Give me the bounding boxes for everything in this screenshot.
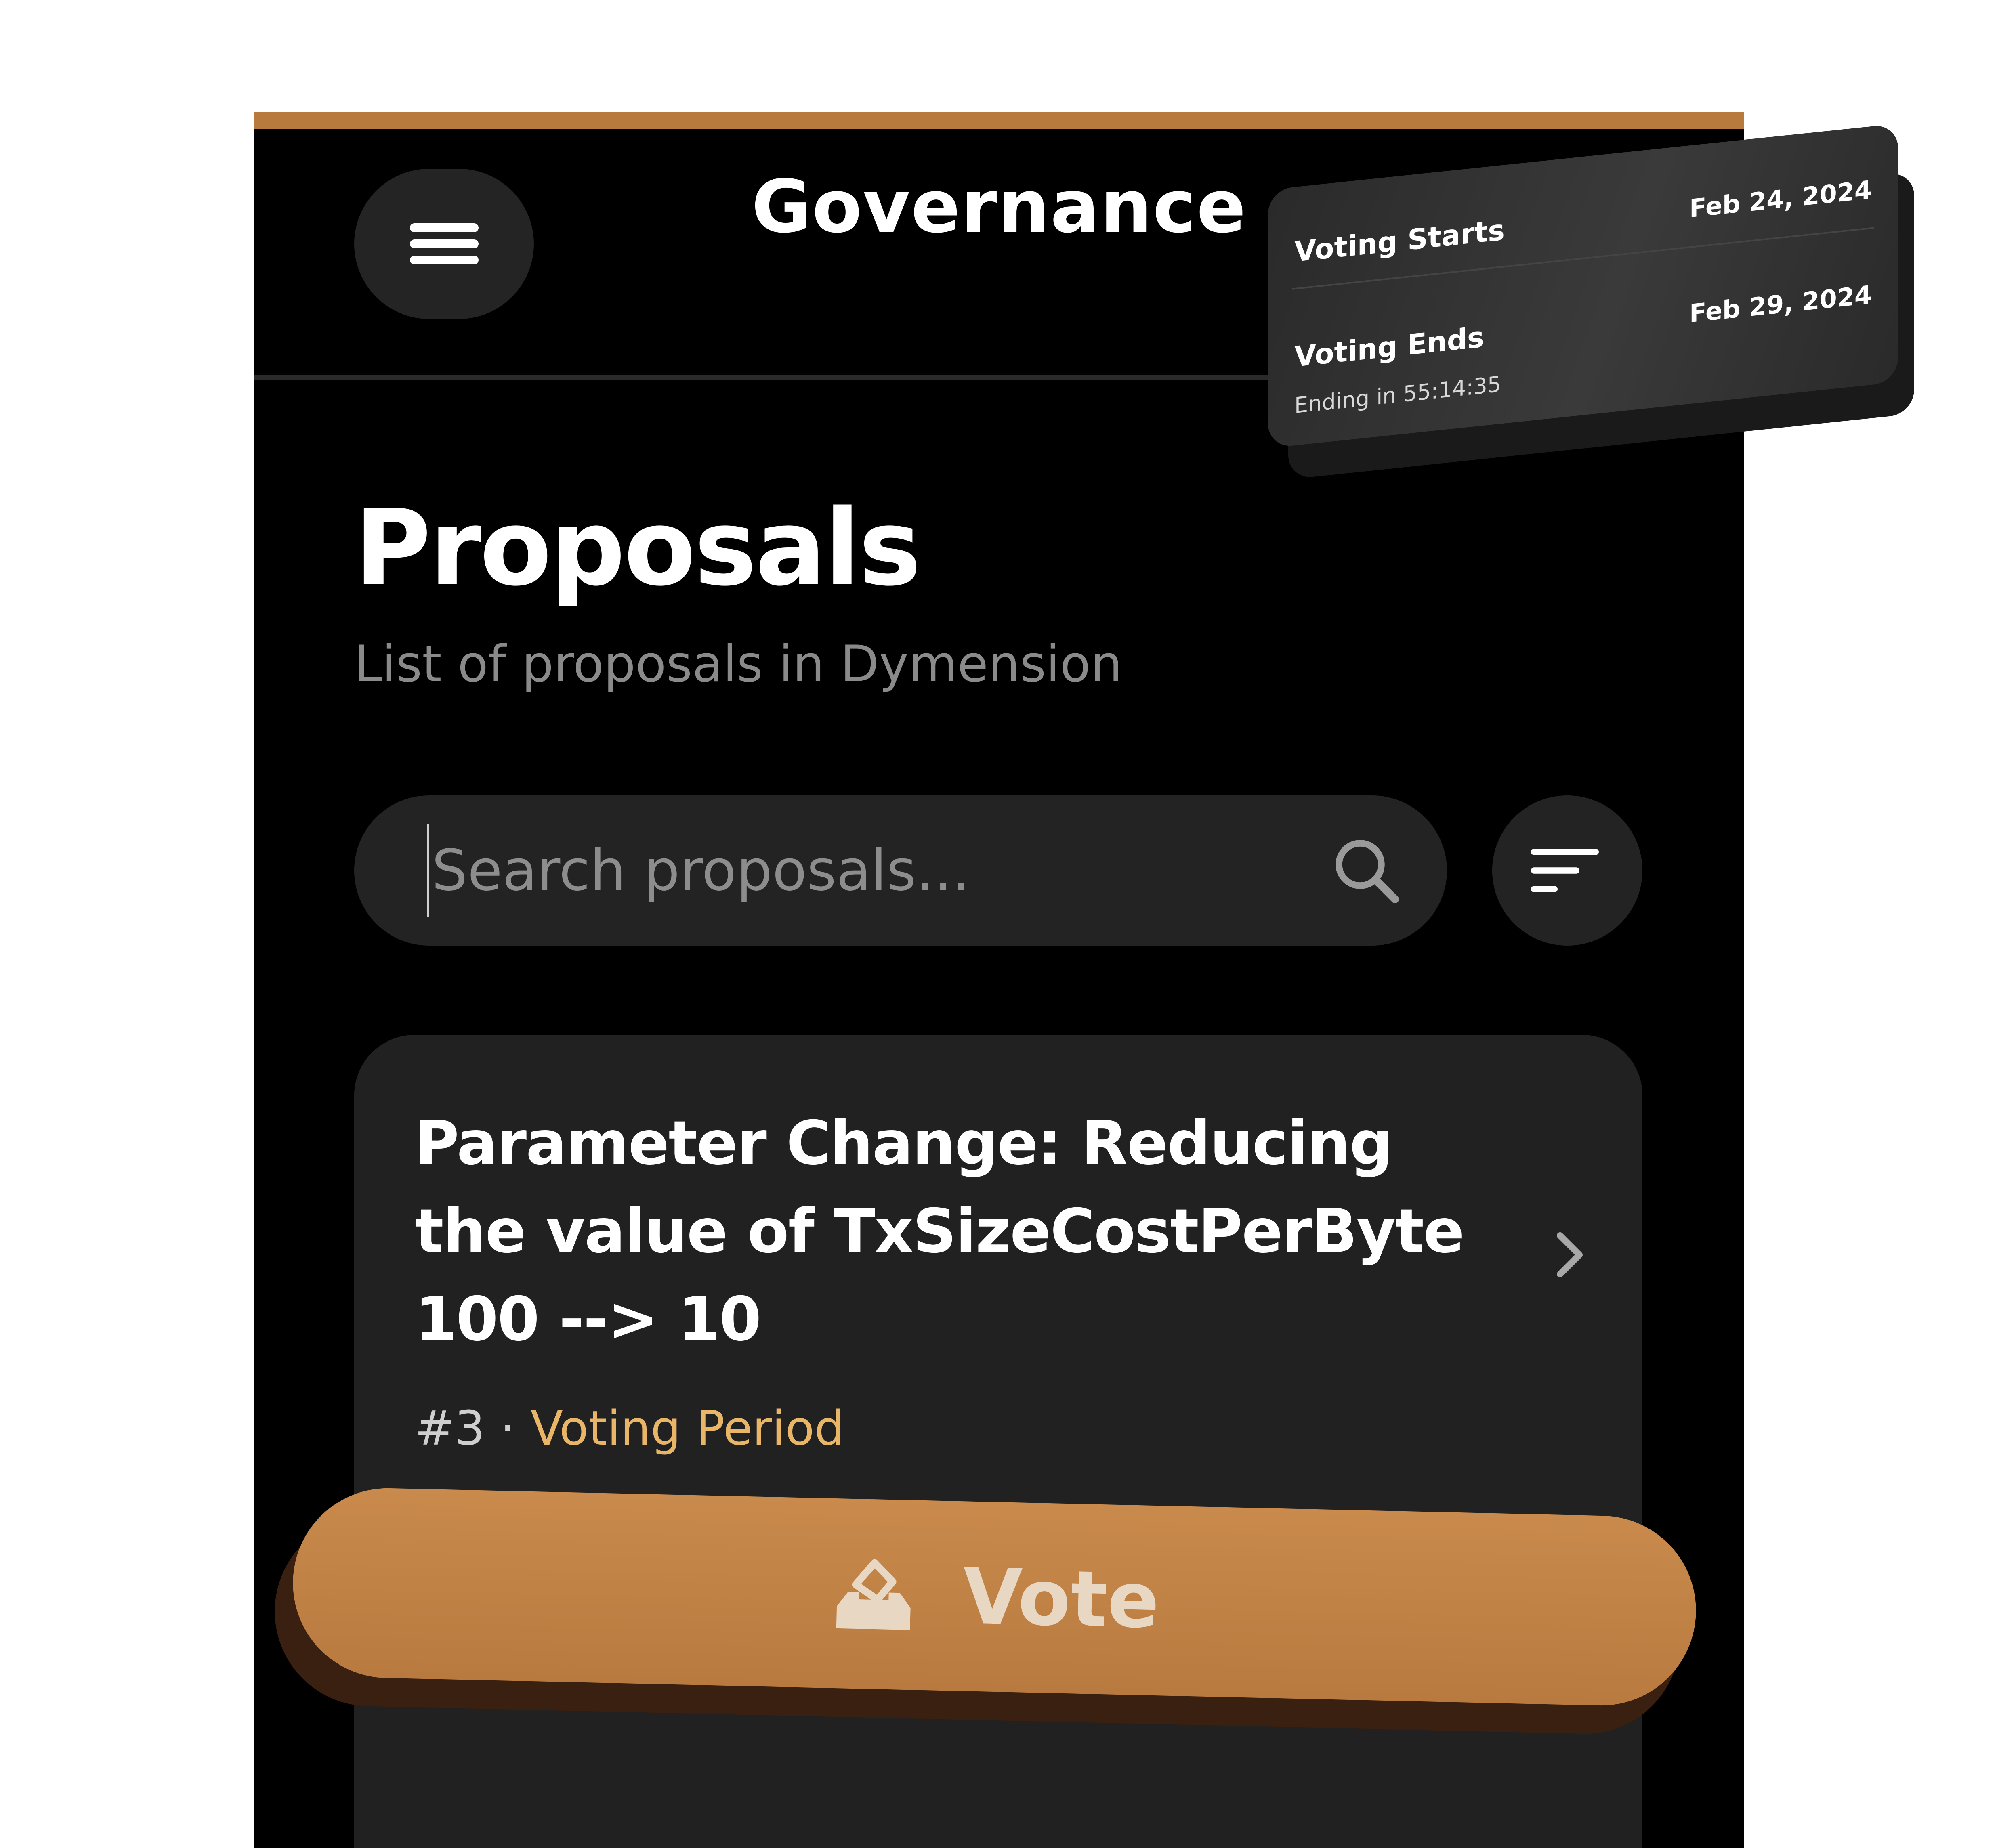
ballot-box-icon [836, 1559, 911, 1630]
search-box [354, 795, 1447, 946]
voting-starts-row: Voting Starts Feb 24, 2024 [1294, 174, 1872, 268]
page-title: Proposals [354, 487, 921, 609]
voting-period-tooltip: Voting Starts Feb 24, 2024 Voting Ends F… [1268, 121, 1914, 480]
voting-starts-label: Voting Starts [1294, 213, 1505, 269]
voting-ends-label: Voting Ends [1294, 320, 1484, 374]
status-badge: Voting Period [530, 1400, 845, 1456]
vote-button-label: Vote [962, 1551, 1161, 1645]
sort-icon [1531, 849, 1599, 892]
vote-button-wrap: Vote [273, 1486, 1698, 1756]
status-badge: Passed [531, 1842, 696, 1848]
chevron-right-icon[interactable] [1554, 1229, 1586, 1281]
voting-ends-date: Feb 29, 2024 [1689, 279, 1872, 329]
meta-separator: · [500, 1400, 515, 1456]
voting-ends-row: Voting Ends Feb 29, 2024 [1294, 279, 1872, 373]
meta-separator: · [500, 1842, 515, 1848]
search-icon[interactable] [1330, 834, 1403, 907]
proposal-meta: #3 · Voting Period [415, 1404, 844, 1452]
voting-starts-date: Feb 24, 2024 [1689, 174, 1872, 224]
vote-button[interactable]: Vote [291, 1486, 1698, 1708]
search-input[interactable] [427, 824, 1315, 917]
proposal-title: Parameter Change: Reducing the value of … [415, 1108, 1464, 1355]
proposal-number: #2 [415, 1842, 485, 1848]
page-subtitle: List of proposals in Dymension [354, 635, 1123, 693]
voting-countdown: Ending in 55:14:35 [1294, 371, 1501, 419]
sort-button[interactable] [1492, 795, 1642, 946]
proposal-meta: #2 · Passed [415, 1846, 695, 1848]
proposal-number: #3 [415, 1400, 485, 1456]
